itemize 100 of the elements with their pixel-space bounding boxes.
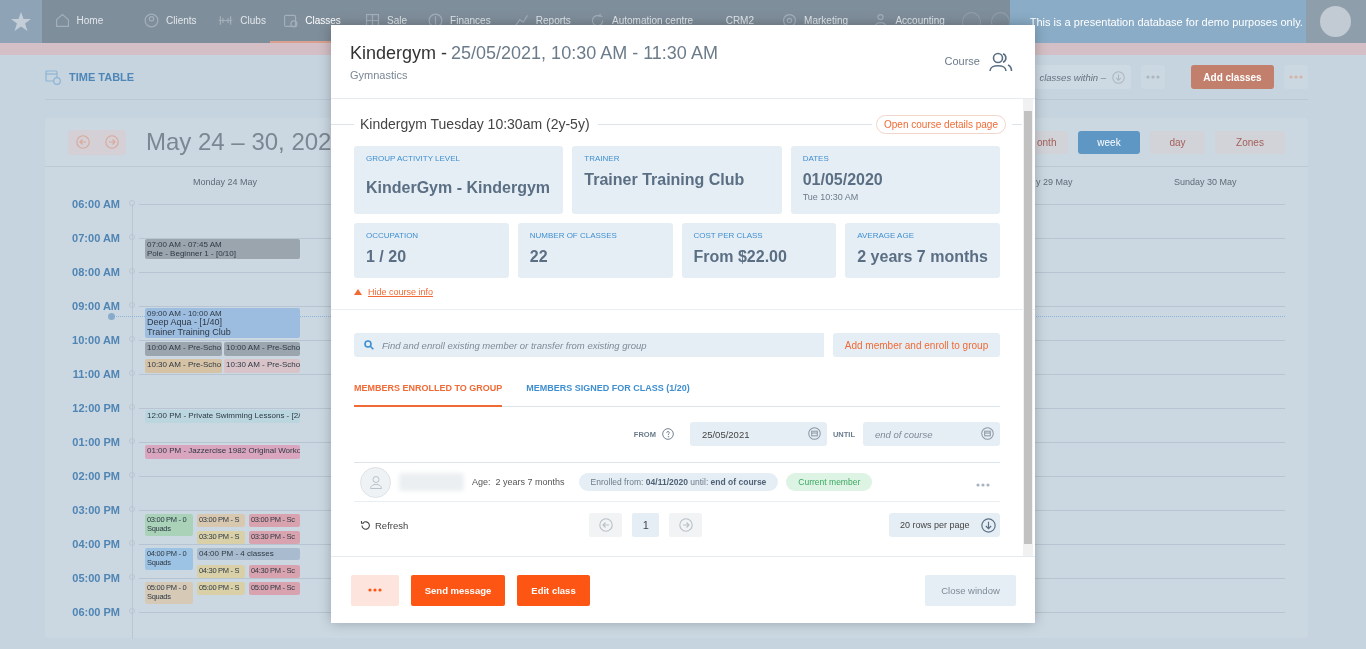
view-tab[interactable]: day <box>1150 130 1205 154</box>
prev-page-button[interactable] <box>589 513 623 537</box>
nav-item[interactable]: Accounting <box>860 0 952 43</box>
help-icon <box>661 428 674 440</box>
info-label: TRAINER <box>584 154 621 163</box>
nav-item[interactable]: Sale <box>352 0 416 43</box>
arrow-down-icon <box>1112 70 1125 84</box>
hour-label: 01:00 PM <box>71 435 120 449</box>
avatar[interactable] <box>1320 6 1352 37</box>
current-time-dot <box>108 313 115 320</box>
close-window-button[interactable]: Close window <box>925 574 1016 606</box>
dialog-title: Kindergym - 25/05/2021, 10:30 AM - 11:30 AM <box>350 43 718 64</box>
nav-item[interactable]: Reports <box>500 0 577 43</box>
info-value: 22 <box>529 248 549 266</box>
dots-icon <box>1289 75 1303 79</box>
calendar-event[interactable]: 01:00 PM - Jazzercise 1982 Original Worko <box>145 445 300 459</box>
info-label: GROUP ACTIVITY LEVEL <box>366 154 461 163</box>
hour-label: 08:00 AM <box>71 265 120 279</box>
dots-icon <box>1146 75 1160 79</box>
calendar-event[interactable]: 10:00 AM - Pre-Scho <box>224 342 300 356</box>
info-label: DATES <box>802 154 830 163</box>
nav-item[interactable]: Clients <box>131 0 206 43</box>
day-header: y 29 May <box>1036 177 1073 187</box>
calendar-event[interactable]: 12:00 PM - Private Swimming Lessons - [2/ <box>145 410 300 423</box>
star-logo-icon[interactable] <box>9 10 32 33</box>
info-label: OCCUPATION <box>366 231 420 240</box>
hour-label: 09:00 AM <box>71 299 120 313</box>
until-date-field[interactable]: end of course <box>863 422 1000 446</box>
course-details-link[interactable]: Open course details page <box>876 114 1006 134</box>
hour-label: 04:00 PM <box>71 537 120 551</box>
members-tab[interactable]: MEMBERS ENROLLED TO GROUP <box>354 371 503 407</box>
info-value: KinderGym - Kindergym <box>366 177 552 197</box>
demo-notice: This is a presentation database for demo purposes only. <box>1009 0 1306 43</box>
add-member-button[interactable]: Add member and enroll to group <box>833 333 1000 357</box>
hour-label: 05:00 PM <box>71 571 120 585</box>
home-icon <box>53 12 71 29</box>
send-message-button[interactable]: Send message <box>411 574 505 606</box>
info-label: COST PER CLASS <box>693 231 764 240</box>
calendar-icon <box>282 12 300 29</box>
enrollment-tag: Enrolled from: 04/11/2020 until: end of course <box>578 473 779 491</box>
info-label: AVERAGE AGE <box>857 231 915 240</box>
info-value: 2 years 7 months <box>857 248 988 266</box>
calendar-icon <box>807 427 821 440</box>
page-title: TIME TABLE <box>69 71 135 83</box>
calendar-event[interactable]: 09:00 AM - 10:00 AM Deep Aqua - [1/40] Trainer Training Club <box>145 308 300 338</box>
nav-item[interactable]: Home <box>41 0 131 43</box>
more-icon <box>976 483 990 487</box>
person-icon <box>368 475 383 489</box>
refresh-button[interactable]: Refresh <box>354 519 409 531</box>
status-tag: Current member <box>786 473 873 491</box>
calendar-icon <box>981 427 994 440</box>
calendar-clock-icon <box>45 69 61 85</box>
hour-label: 02:00 PM <box>71 469 120 483</box>
info-note: Tue 10:30 AM <box>802 192 860 202</box>
calendar-event[interactable]: 07:00 AM - 07:45 AM Pole - Beginner 1 - [0/10] <box>145 239 300 259</box>
calendar-event[interactable]: 10:30 AM - Pre-Scho <box>224 359 300 373</box>
day-header: Sunday 30 May <box>1174 177 1237 187</box>
hour-label: 11:00 AM <box>71 367 120 381</box>
date-range: May 24 – 30, 202 <box>146 128 332 156</box>
nav-item[interactable]: Finances <box>415 0 501 43</box>
page-number[interactable]: 1 <box>632 513 660 537</box>
nav-item[interactable]: Clubs <box>205 0 271 43</box>
arrow-right-icon <box>678 518 693 532</box>
day-header: Monday 24 May <box>193 177 258 187</box>
more-button[interactable] <box>1141 65 1165 89</box>
add-classes-button[interactable]: Add classes <box>1191 65 1274 89</box>
hour-label: 07:00 AM <box>71 231 120 245</box>
info-value: 1 / 20 <box>366 248 408 266</box>
hour-label: 06:00 PM <box>71 605 120 619</box>
edit-class-button[interactable]: Edit class <box>517 574 590 606</box>
category-label: Gymnastics <box>350 69 409 81</box>
member-age: Age: 2 years 7 months <box>472 477 565 487</box>
info-value: Trainer Training Club <box>584 171 746 189</box>
calendar-event[interactable]: 04:00 PM - 4 classes <box>197 548 300 560</box>
dots-icon <box>368 588 382 592</box>
refresh-icon <box>360 519 371 531</box>
rows-per-page-select[interactable]: 20 rows per page <box>889 513 1000 537</box>
people-icon <box>988 51 1013 73</box>
calendar-event[interactable]: 10:30 AM - Pre-Scho <box>145 359 222 373</box>
members-tab[interactable]: MEMBERS SIGNED FOR CLASS (1/20) <box>526 371 690 407</box>
from-date-field[interactable]: 25/05/2021 <box>689 422 827 446</box>
hide-info-link[interactable]: Hide course info <box>368 287 434 297</box>
next-page-button[interactable] <box>669 513 703 537</box>
arrow-left-icon <box>598 518 613 532</box>
hour-label: 03:00 PM <box>71 503 120 517</box>
scrollbar[interactable] <box>1023 99 1033 556</box>
arrow-down-icon <box>981 517 996 533</box>
nav-item[interactable]: Automation centre <box>577 0 714 43</box>
calendar-event[interactable]: 10:00 AM - Pre-Scho <box>145 342 222 356</box>
search-icon <box>364 340 374 350</box>
view-tab[interactable]: week <box>1078 130 1140 154</box>
triangle-up-icon <box>354 289 362 295</box>
view-tab[interactable]: Zones <box>1215 130 1285 154</box>
more-button[interactable] <box>351 574 399 606</box>
arrow-left-icon <box>75 135 90 149</box>
more-button[interactable] <box>1284 65 1308 89</box>
info-value: 01/05/2020 <box>802 171 884 189</box>
type-label: Course <box>944 55 980 67</box>
nav-item[interactable]: Marketing <box>769 0 861 43</box>
person-icon <box>143 12 160 29</box>
